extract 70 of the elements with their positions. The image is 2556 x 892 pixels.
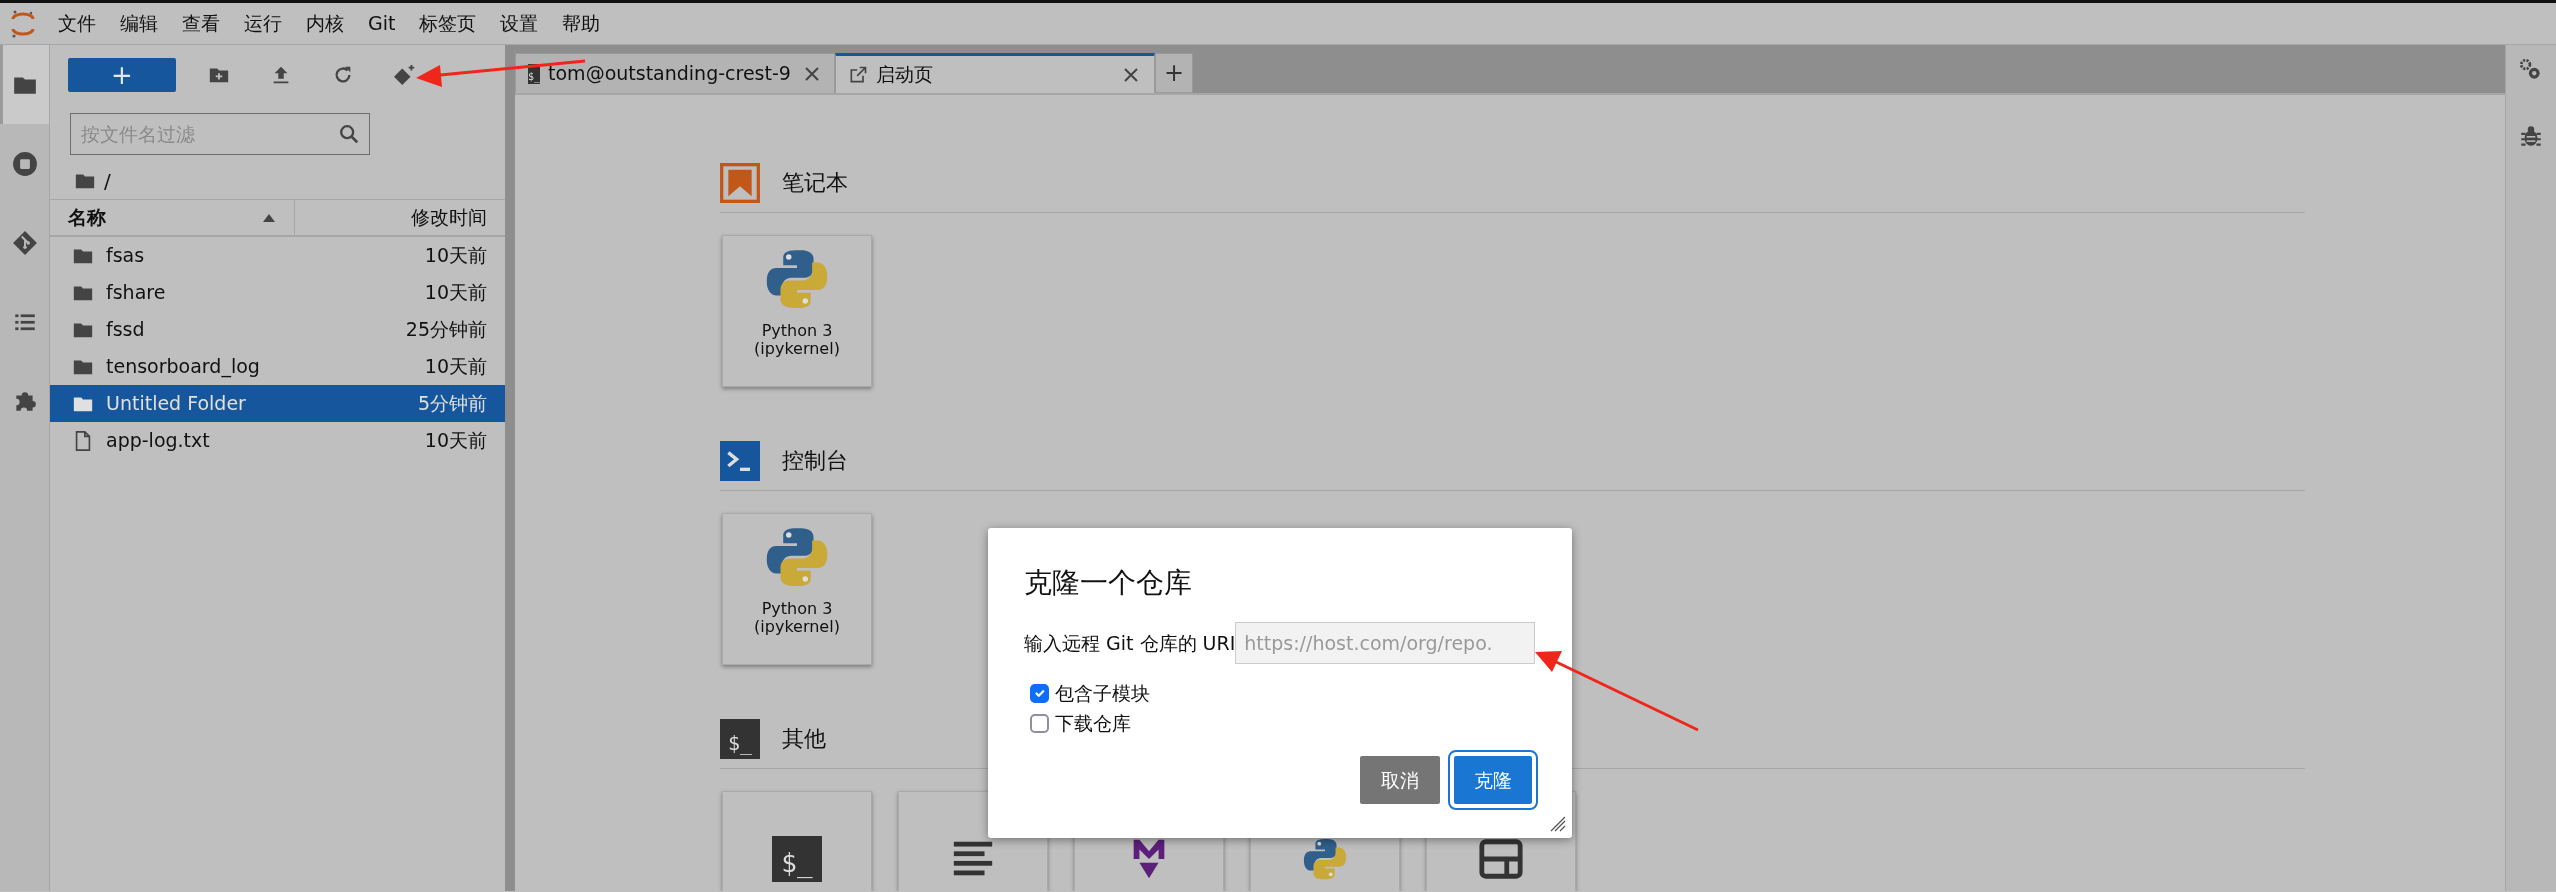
modified-time: 25分钟前: [405, 317, 487, 343]
card-label: Python 3 (ipykernel): [754, 322, 840, 358]
new-launcher-button[interactable]: +: [68, 58, 176, 92]
sidebar-tab[interactable]: [0, 45, 49, 124]
file-name: Untitled Folder: [106, 391, 247, 417]
menu-item[interactable]: 帮助: [550, 9, 613, 38]
jupyter-logo-icon: [10, 8, 36, 39]
stop-icon: [11, 150, 38, 177]
resize-grip-icon: [1550, 816, 1566, 832]
menu-item[interactable]: 文件: [46, 9, 108, 38]
file-row[interactable]: fssd 25分钟前: [50, 311, 505, 348]
checkbox-label: 包含子模块: [1055, 680, 1150, 706]
modified-time: 10天前: [424, 428, 487, 454]
checkbox[interactable]: [1030, 713, 1049, 733]
modified-time: 10天前: [424, 280, 487, 306]
file-name: fshare: [106, 280, 167, 306]
document-tab[interactable]: $_ tom@outstanding-crest-9: [515, 53, 835, 93]
column-header[interactable]: 修改时间: [411, 206, 487, 229]
modified-time: 10天前: [424, 354, 487, 380]
menu-item[interactable]: Git: [356, 9, 408, 38]
menu-item[interactable]: 内核: [294, 9, 356, 38]
dialog-title: 克隆一个仓库: [1024, 565, 1193, 601]
file-name: fssd: [106, 317, 146, 343]
menu-item[interactable]: 标签页: [407, 9, 489, 38]
python-logo-icon: [1302, 836, 1348, 882]
terminal-icon: $_: [720, 718, 760, 759]
file-row[interactable]: fsas 10天前: [50, 237, 505, 274]
launcher-card[interactable]: Python 3 (ipykernel): [722, 513, 872, 665]
tab-label: tom@outstanding-crest-9: [548, 61, 791, 87]
close-icon[interactable]: [802, 64, 821, 83]
modified-time: 10天前: [424, 243, 487, 269]
breadcrumb-link[interactable]: /: [104, 166, 111, 196]
search-icon: [338, 123, 360, 145]
bug-icon[interactable]: [2518, 123, 2544, 149]
section-title: 控制台: [782, 447, 848, 475]
git-icon: [11, 229, 38, 256]
sort-ascending-icon: [262, 212, 276, 223]
tab-label: 启动页: [876, 62, 933, 88]
document-tab[interactable]: 启动页: [835, 53, 1155, 93]
field-label: 输入远程 Git 仓库的 URI: [1024, 630, 1236, 656]
card-label: Python 3 (ipykernel): [754, 600, 840, 636]
console-icon: [720, 440, 760, 481]
launcher-card[interactable]: Python 3 (ipykernel): [722, 235, 872, 387]
modified-time: 5分钟前: [417, 391, 487, 417]
uri-field[interactable]: https://host.com/org/repo.: [1235, 622, 1536, 664]
section-title: 笔记本: [782, 169, 848, 197]
file-row[interactable]: fshare 10天前: [50, 274, 505, 311]
bookmark-icon: [720, 162, 760, 203]
menu-item[interactable]: 设置: [488, 9, 551, 38]
close-icon[interactable]: [1122, 65, 1140, 84]
add-tab-button[interactable]: +: [1155, 53, 1193, 93]
section-title: 其他: [782, 725, 826, 753]
file-name: fsas: [106, 243, 146, 269]
external-link-icon: [848, 64, 868, 85]
menu-item[interactable]: 运行: [232, 9, 294, 38]
menu-item[interactable]: 编辑: [108, 9, 170, 38]
launcher-card[interactable]: $_: [722, 791, 872, 891]
file-row[interactable]: app-log.txt 10天前: [50, 422, 505, 459]
checkbox[interactable]: [1030, 683, 1049, 703]
file-name: app-log.txt: [106, 428, 211, 454]
column-header[interactable]: 名称: [68, 203, 106, 232]
file-name: tensorboard_log: [106, 354, 261, 380]
file-row[interactable]: tensorboard_log 10天前: [50, 348, 505, 385]
git-clone-icon[interactable]: [394, 64, 416, 86]
file-row[interactable]: Untitled Folder 5分钟前: [50, 385, 505, 422]
layout-icon: [1478, 836, 1524, 882]
menu-item[interactable]: 查看: [170, 9, 232, 38]
checkbox-label: 下载仓库: [1055, 710, 1131, 736]
terminal-icon: $_: [772, 836, 822, 882]
cancel-button[interactable]: 取消: [1360, 756, 1440, 804]
